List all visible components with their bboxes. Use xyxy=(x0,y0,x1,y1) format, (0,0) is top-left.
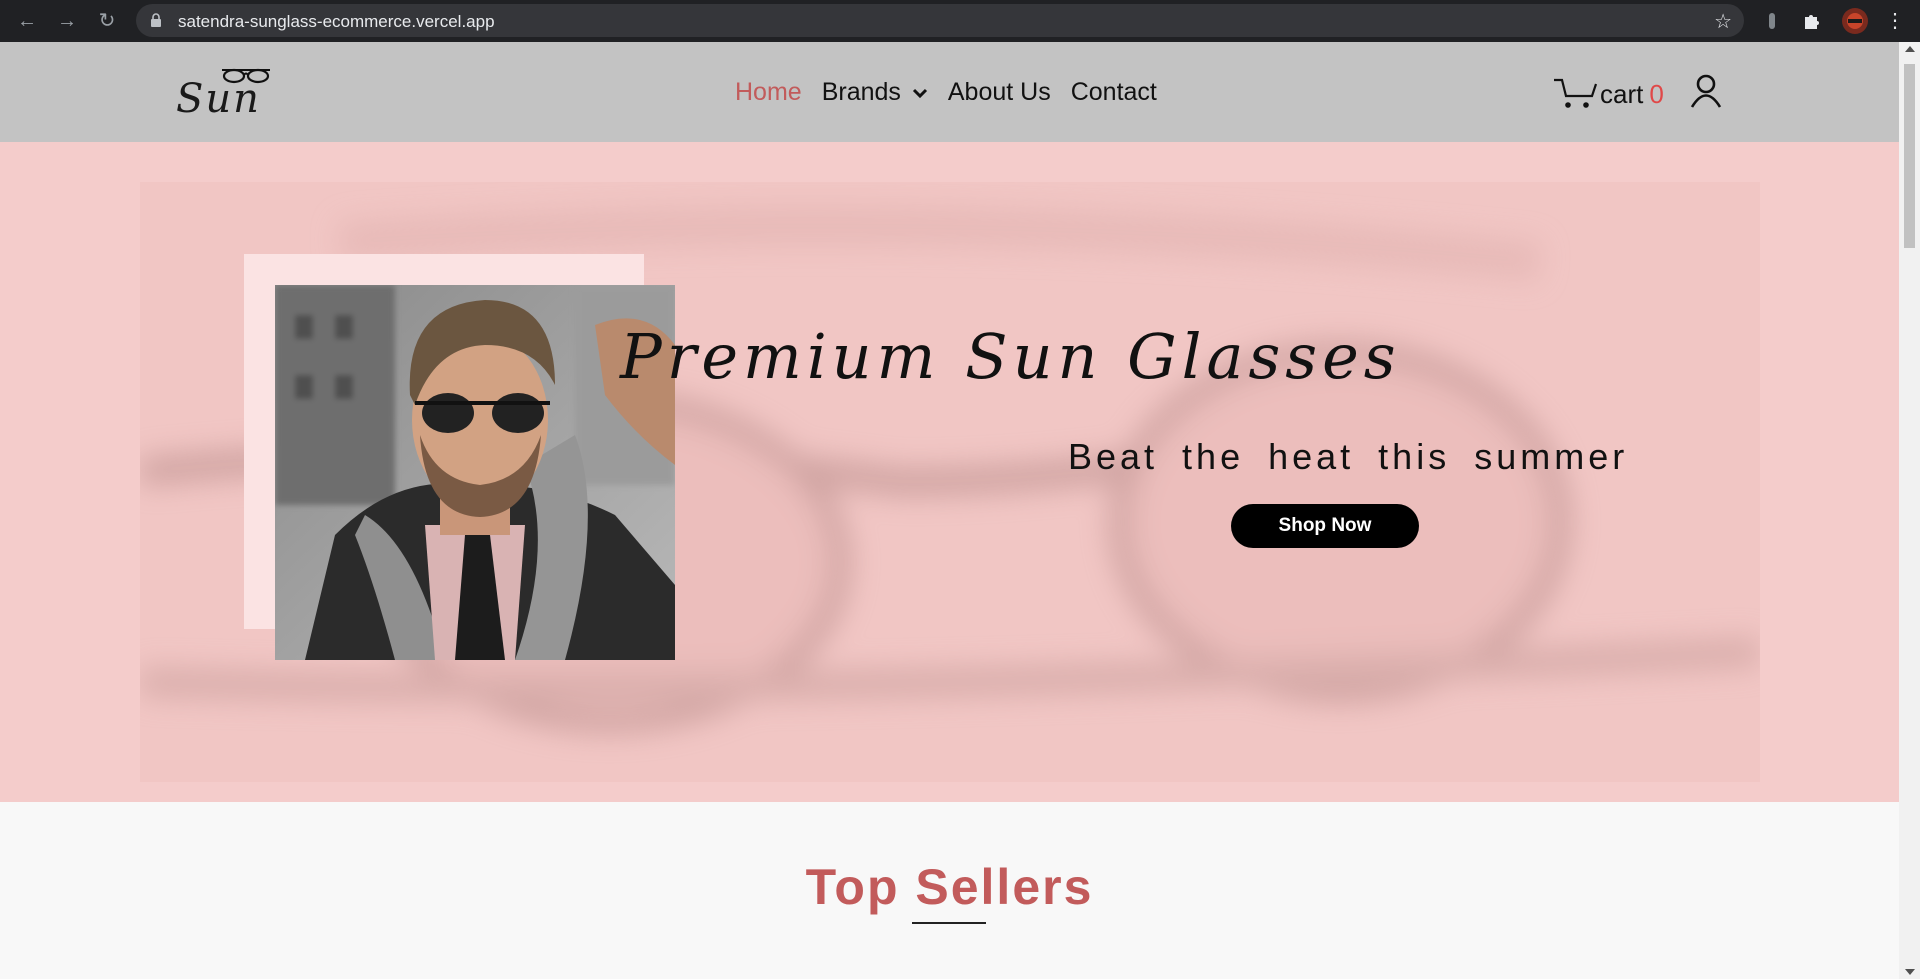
user-icon[interactable] xyxy=(1690,74,1722,108)
reload-icon[interactable]: ↻ xyxy=(92,6,122,36)
profile-avatar[interactable] xyxy=(1841,7,1869,35)
hero-title: Premium Sun Glasses xyxy=(620,320,1401,393)
cart-button[interactable]: cart 0 xyxy=(1552,76,1664,110)
cart-icon xyxy=(1554,78,1598,108)
url-text: satendra-sunglass-ecommerce.vercel.app xyxy=(178,12,495,31)
main-nav: Home Brands About Us Contact xyxy=(735,78,1157,107)
menu-dots-icon[interactable]: ⋮ xyxy=(1880,6,1910,36)
cart-count-badge: 0 xyxy=(1649,79,1664,109)
bookmark-star-icon[interactable]: ☆ xyxy=(1714,9,1732,34)
logo[interactable]: Sun xyxy=(172,64,282,124)
scroll-thumb[interactable] xyxy=(1904,64,1915,248)
cart-label: cart xyxy=(1600,79,1644,109)
back-icon[interactable]: ← xyxy=(12,6,42,36)
nav-brands[interactable]: Brands xyxy=(822,78,928,107)
title-underline xyxy=(912,922,986,924)
scroll-down-arrow-icon[interactable] xyxy=(1905,969,1915,975)
top-sellers-title: Top Sellers xyxy=(805,859,1094,915)
model-photo xyxy=(275,285,675,660)
chevron-down-icon xyxy=(912,89,927,99)
forward-icon[interactable]: → xyxy=(52,6,82,36)
nav-contact[interactable]: Contact xyxy=(1071,78,1157,107)
nav-about-us[interactable]: About Us xyxy=(948,78,1051,107)
browser-toolbar: ← → ↻ satendra-sunglass-ecommerce.vercel… xyxy=(0,0,1920,42)
puzzle-icon[interactable] xyxy=(1800,9,1824,33)
page-scrollbar[interactable] xyxy=(1899,42,1920,979)
glasses-logo-icon xyxy=(222,68,270,84)
nav-home[interactable]: Home xyxy=(735,78,802,107)
scroll-up-arrow-icon[interactable] xyxy=(1905,46,1915,52)
hero-subtitle: Beat the heat this summer xyxy=(1068,436,1629,477)
nav-brands-label: Brands xyxy=(821,78,901,106)
extension-icon[interactable] xyxy=(1760,9,1784,33)
shop-now-button[interactable]: Shop Now xyxy=(1231,504,1419,548)
hero-banner: Premium Sun Glasses Beat the heat this s… xyxy=(0,142,1899,802)
lock-icon xyxy=(151,13,161,27)
site-header: Sun Home Brands About Us Contact cart 0 xyxy=(0,42,1899,142)
address-bar[interactable]: satendra-sunglass-ecommerce.vercel.app ☆ xyxy=(136,4,1744,37)
